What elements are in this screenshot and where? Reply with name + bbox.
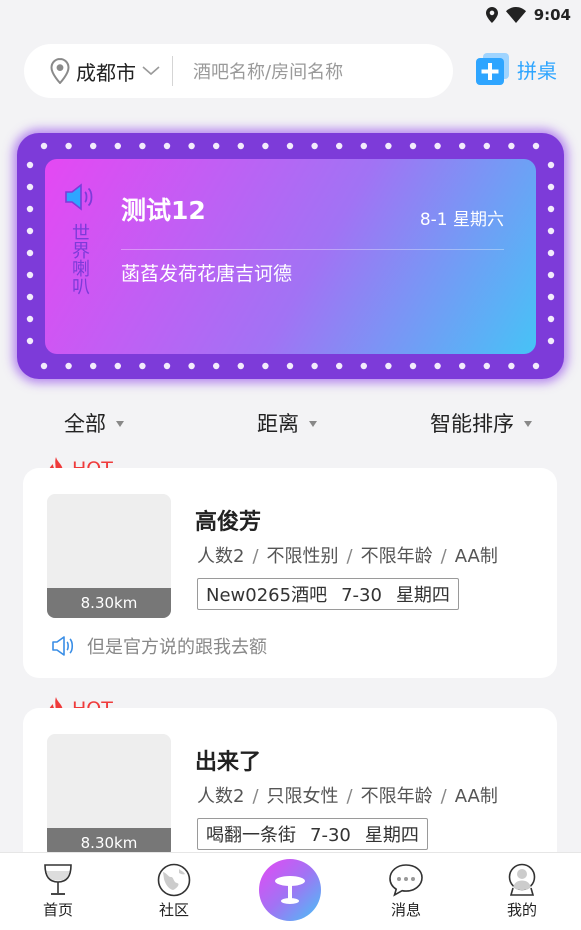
tab-home-label: 首页	[42, 901, 73, 919]
venue-weekday: 星期四	[395, 585, 450, 606]
caret-down-icon	[309, 421, 317, 427]
speaker-label: 世界喇叭	[69, 223, 90, 295]
search-row: 成都市 酒吧名称/房间名称 拼桌	[24, 44, 557, 98]
listing-note-text: 但是官方说的跟我去额	[87, 637, 267, 658]
tab-mine-label: 我的	[506, 901, 537, 919]
speaker-icon	[65, 183, 93, 211]
wine-glass-icon	[44, 864, 72, 895]
listing-name: 高俊芳	[195, 510, 262, 535]
tab-community[interactable]: 社区	[144, 863, 204, 920]
tab-messages[interactable]: 消息	[376, 863, 436, 920]
search-input[interactable]: 酒吧名称/房间名称	[193, 58, 343, 84]
tag-age: 不限年龄	[360, 546, 433, 567]
pinzhuo-button[interactable]: 拼桌	[475, 52, 557, 86]
chat-bubble-icon	[389, 864, 423, 897]
speaker-outline-icon	[52, 636, 74, 656]
add-table-icon	[476, 53, 509, 85]
tab-community-label: 社区	[158, 901, 189, 919]
tag-age: 不限年龄	[360, 786, 433, 807]
banner-date: 8-1 星期六	[419, 210, 504, 230]
chevron-down-icon	[142, 66, 160, 76]
listing-venue-box: 喝翻一条街 7-30 星期四	[197, 818, 428, 850]
listing-thumbnail: 8.30km	[47, 734, 171, 858]
table-icon	[275, 876, 305, 904]
tab-messages-label: 消息	[390, 901, 421, 919]
venue-date: 7-30	[341, 585, 382, 606]
tab-mine[interactable]: 我的	[492, 863, 552, 920]
wifi-icon	[505, 7, 526, 23]
speaker-column: 世界喇叭	[65, 183, 93, 295]
venue-weekday: 星期四	[364, 825, 419, 846]
listing-card[interactable]: 8.30km 高俊芳 人数2/不限性别 / 不限年龄 / AA制 New0265酒吧 7-…	[23, 468, 557, 678]
city-name: 成都市	[76, 60, 136, 85]
caret-down-icon	[524, 421, 532, 427]
listing-tags: 人数2/只限女性 / 不限年龄 / AA制	[197, 786, 498, 807]
tab-home[interactable]: 首页	[28, 863, 88, 920]
listing-venue-box: New0265酒吧 7-30 星期四	[197, 578, 459, 610]
banner-title: 测试12	[121, 196, 206, 225]
filter-bar: 全部 距离 智能排序	[0, 400, 581, 444]
filter-distance-label: 距离	[257, 412, 299, 436]
listing-note: 但是官方说的跟我去额	[51, 633, 267, 659]
filter-smart-sort[interactable]: 智能排序	[430, 408, 532, 438]
status-bar: 9:04	[0, 0, 581, 32]
venue-date: 7-30	[310, 825, 351, 846]
location-status-icon	[485, 7, 498, 23]
location-pin-icon	[50, 58, 70, 84]
banner-panel: 世界喇叭 测试12 8-1 星期六 菡萏发荷花唐吉诃德	[45, 159, 536, 354]
banner-divider	[121, 249, 504, 250]
tag-gender: 不限性别	[266, 546, 339, 567]
listing-tags: 人数2/不限性别 / 不限年龄 / AA制	[197, 546, 498, 567]
tag-payment: AA制	[454, 786, 498, 807]
filter-distance[interactable]: 距离	[257, 408, 317, 438]
listing-card[interactable]: 8.30km 出来了 人数2/只限女性 / 不限年龄 / AA制 喝翻一条街 7-30 星期…	[23, 708, 557, 868]
tag-gender: 只限女性	[266, 786, 339, 807]
tag-people: 人数2	[197, 546, 245, 567]
filter-all-label: 全部	[64, 412, 106, 436]
listing-name: 出来了	[195, 750, 262, 775]
filter-all[interactable]: 全部	[64, 408, 124, 438]
listing-distance: 8.30km	[47, 588, 171, 618]
tag-payment: AA制	[454, 546, 498, 567]
tag-people: 人数2	[197, 786, 245, 807]
globe-icon	[157, 863, 191, 897]
bottom-tab-bar: 首页 社区 消息 我的	[0, 852, 581, 930]
banner-message: 菡萏发荷花唐吉诃德	[121, 263, 293, 285]
status-time: 9:04	[533, 6, 571, 24]
venue-name: 喝翻一条街	[206, 825, 296, 846]
search-divider	[172, 56, 173, 86]
city-selector[interactable]: 成都市	[24, 57, 160, 86]
listing-thumbnail: 8.30km	[47, 494, 171, 618]
caret-down-icon	[116, 421, 124, 427]
filter-sort-label: 智能排序	[430, 412, 514, 436]
user-icon	[508, 863, 536, 896]
center-action-button[interactable]	[259, 859, 321, 921]
search-box[interactable]: 成都市 酒吧名称/房间名称	[24, 44, 453, 98]
world-speaker-banner[interactable]: 世界喇叭 测试12 8-1 星期六 菡萏发荷花唐吉诃德	[17, 133, 564, 379]
pinzhuo-label: 拼桌	[517, 58, 557, 83]
venue-name: New0265酒吧	[206, 585, 328, 606]
